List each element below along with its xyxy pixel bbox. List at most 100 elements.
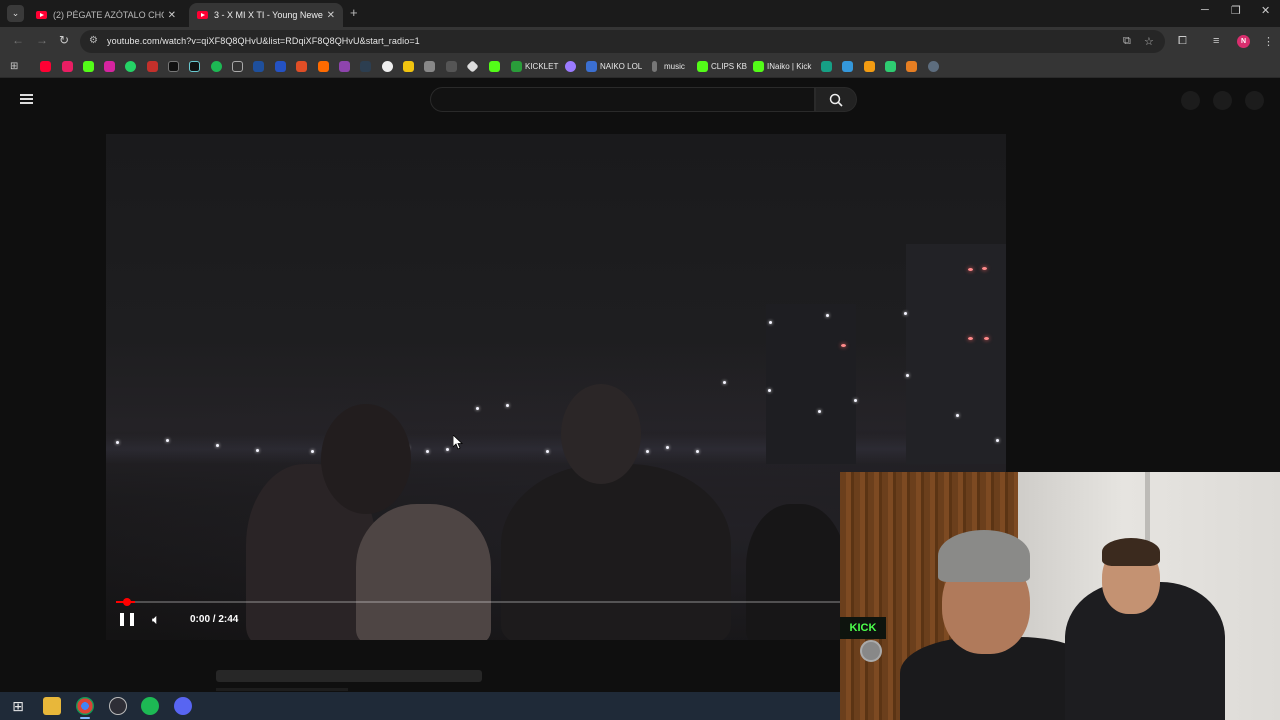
music-folder-icon[interactable] [652,61,657,72]
kick-sticker: KICK [840,617,886,639]
webcam-wall-badge [860,640,882,662]
pause-button[interactable] [120,613,134,627]
bookmark-icon[interactable] [842,61,853,72]
video-frame-person [356,504,491,640]
bookmark-label[interactable]: KICKLET [525,62,558,71]
bookmark-star-icon[interactable]: ☆ [1144,35,1154,48]
tab-close-icon[interactable]: ✕ [168,10,176,21]
start-icon[interactable]: ⊞ [9,697,27,715]
site-info-icon[interactable]: ⚙ [89,35,98,46]
address-bar[interactable]: ⚙ youtube.com/watch?v=qiXF8Q8QHvU&list=R… [80,30,1165,53]
browser-tab-inactive[interactable]: (2) PÉGATE AZÓTALO CHÓ ✕ [28,3,184,27]
naiko-lol-bookmark-icon[interactable] [586,61,597,72]
video-frame-light [982,267,987,270]
bookmark-icon[interactable] [147,61,158,72]
bookmark-label[interactable]: music [664,62,685,71]
bookmark-icon[interactable] [318,61,329,72]
video-frame-person [746,504,846,640]
bookmark-icon[interactable] [885,61,896,72]
instagram-bookmark-icon[interactable] [104,61,115,72]
video-progress-scrubber[interactable] [123,598,131,606]
menu-icon[interactable] [20,94,33,104]
apps-grid-icon[interactable]: ⊞ [10,61,21,72]
bookmark-icon[interactable] [821,61,832,72]
webcam-person-left-cap [938,530,1030,582]
search-button[interactable] [815,87,857,112]
bookmark-label[interactable]: CLIPS KB [711,62,747,71]
bookmark-icon[interactable] [466,60,479,73]
media-controls-icon[interactable]: ≡ [1213,35,1219,47]
spotify-bookmark-icon[interactable] [211,61,222,72]
bookmark-icon[interactable] [565,61,576,72]
minimize-icon[interactable]: ─ [1201,4,1209,16]
bookmark-icon[interactable] [446,61,457,72]
volume-icon[interactable]: 🔈︎ [152,611,160,628]
x-bookmark-icon[interactable] [168,61,179,72]
address-url[interactable]: youtube.com/watch?v=qiXF8Q8QHvU&list=RDq… [107,36,420,46]
video-frame-light [841,344,846,347]
extensions-icon[interactable]: ⧠ [1178,35,1187,48]
close-window-icon[interactable]: ✕ [1261,4,1270,17]
bookmark-icon[interactable] [62,61,73,72]
reload-icon[interactable]: ↻ [59,33,69,47]
video-frame-light [984,337,989,340]
forward-icon[interactable]: → [36,33,48,47]
discord-icon[interactable] [174,697,192,715]
video-frame-light [311,450,314,453]
bookmark-label[interactable]: INaiko | Kick [767,62,811,71]
new-tab-button[interactable]: + [350,5,358,20]
video-frame-light [666,446,669,449]
more-menu-icon[interactable]: ⋮ [1263,35,1274,48]
whatsapp-bookmark-icon[interactable] [125,61,136,72]
webcam-overlay: KICK [840,472,1280,720]
back-icon[interactable]: ← [12,33,24,47]
chrome-icon[interactable] [76,697,94,715]
video-frame-light [646,450,649,453]
video-frame-light [256,449,259,452]
video-progress-bar[interactable] [116,598,841,606]
bookmark-icon[interactable] [382,61,393,72]
restore-icon[interactable]: ❐ [1231,4,1241,17]
video-frame-light [968,337,973,340]
bookmark-icon[interactable] [928,61,939,72]
title-placeholder [216,670,482,682]
youtube-bookmark-icon[interactable] [40,61,51,72]
bookmark-icon[interactable] [864,61,875,72]
video-frame-light [996,439,999,442]
video-frame-light [216,444,219,447]
kicklet-bookmark-icon[interactable] [511,61,522,72]
bookmark-icon[interactable] [403,61,414,72]
install-app-icon[interactable]: ⧉ [1123,35,1131,48]
video-frame-building [906,244,1006,464]
chrome-active-indicator [80,717,90,719]
bookmark-icon[interactable] [253,61,264,72]
bookmark-icon[interactable] [232,61,243,72]
clips-kb-bookmark-icon[interactable] [697,61,708,72]
video-frame-light [968,268,973,271]
bookmark-icon[interactable] [360,61,371,72]
tab-close-icon[interactable]: ✕ [327,10,335,21]
kick-bookmark-icon[interactable] [489,61,500,72]
bookmark-icon[interactable] [339,61,350,72]
tiktok-bookmark-icon[interactable] [189,61,200,72]
kick-bookmark-icon[interactable] [753,61,764,72]
bookmark-icon[interactable] [424,61,435,72]
bookmark-label[interactable]: NAIKO LOL [600,62,642,71]
search-input[interactable] [430,87,815,112]
browser-tab-active[interactable]: 3 - X MI X TI - Young Newe ✕ [189,3,343,27]
bookmark-icon[interactable] [275,61,286,72]
bookmark-icon[interactable] [906,61,917,72]
obs-icon[interactable] [109,697,127,715]
video-frame-light [696,450,699,453]
spotify-icon[interactable] [141,697,159,715]
windows-taskbar: ⊞ [0,692,840,720]
search-icon [829,93,843,107]
tab-search-button[interactable]: ⌄ [7,5,24,22]
file-explorer-icon[interactable] [43,697,61,715]
bookmarks-bar: ⊞ KICKLET NAIKO LOL music CLIPS KB INaik… [0,56,1280,78]
video-frame-light [906,374,909,377]
kick-bookmark-icon[interactable] [83,61,94,72]
profile-avatar[interactable]: N [1237,35,1250,48]
placeholder-circle [1245,91,1264,110]
bookmark-icon[interactable] [296,61,307,72]
